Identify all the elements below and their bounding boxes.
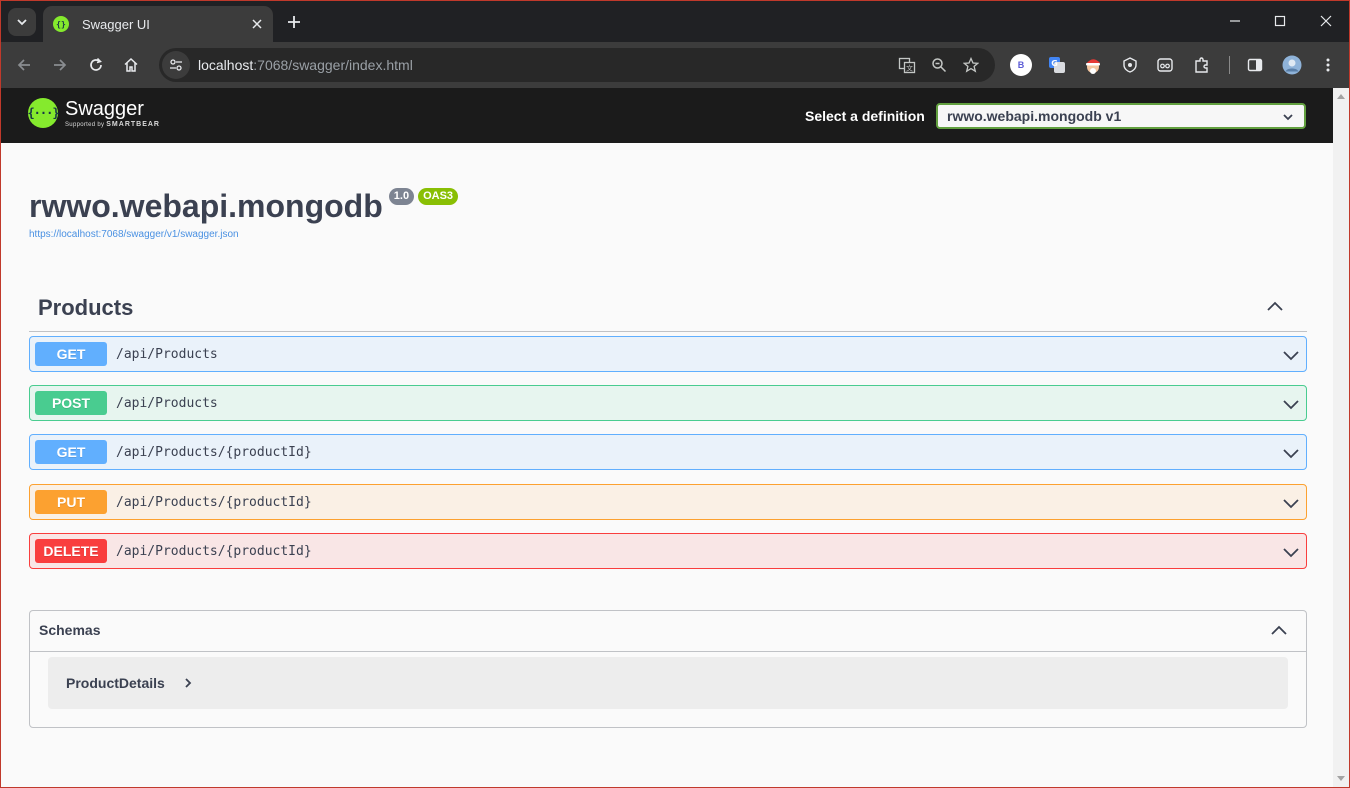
browser-window: {} Swagger UI localhost:7068/swagger/ind… <box>0 0 1350 788</box>
reload-icon <box>90 57 102 71</box>
api-title-row: rwwo.webapi.mongodb 1.0 OAS3 <box>29 188 459 225</box>
address-bar[interactable]: localhost:7068/swagger/index.html 文 <box>159 48 995 82</box>
translate-icon[interactable]: 文 <box>895 53 919 77</box>
santa-extension-icon[interactable] <box>1081 53 1105 77</box>
shield-extension-icon[interactable] <box>1118 53 1142 77</box>
api-info: rwwo.webapi.mongodb 1.0 OAS3 https://loc… <box>29 188 459 240</box>
operation-path: /api/Products <box>116 395 218 411</box>
site-info-icon[interactable] <box>162 51 190 79</box>
url-host: localhost <box>198 57 254 73</box>
profile-b-icon[interactable]: B <box>1009 53 1033 77</box>
definition-select-value: rwwo.webapi.mongodb v1 <box>947 108 1122 124</box>
maximize-button[interactable] <box>1268 9 1292 33</box>
swagger-topbar: {···} Swagger Supported by SMARTBEAR Sel… <box>1 88 1333 143</box>
tab-title: Swagger UI <box>82 16 150 32</box>
svg-text:{}: {} <box>56 20 66 29</box>
swagger-logo-text: Swagger Supported by SMARTBEAR <box>65 98 160 128</box>
profile-b-badge: B <box>1010 54 1032 76</box>
arrow-left-icon <box>17 59 30 71</box>
logo-sub-prefix: Supported by <box>65 122 105 128</box>
version-badge: 1.0 <box>388 188 415 205</box>
chevron-down-icon[interactable] <box>1282 494 1300 512</box>
toolbar-separator <box>1229 56 1230 74</box>
active-tab[interactable]: {} Swagger UI <box>43 6 273 42</box>
minimize-button[interactable] <box>1223 9 1247 33</box>
definition-label: Select a definition <box>805 108 925 124</box>
side-panel-icon[interactable] <box>1243 53 1267 77</box>
schemas-section: Schemas ProductDetails <box>29 610 1307 728</box>
chevron-right-icon <box>185 678 192 688</box>
chevron-down-icon <box>1283 114 1293 121</box>
method-badge: POST <box>35 391 107 415</box>
method-badge: GET <box>35 342 107 366</box>
plus-icon <box>288 16 300 28</box>
maximize-icon <box>1274 15 1286 27</box>
operation-path: /api/Products/{productId} <box>116 543 312 559</box>
back-button[interactable] <box>12 53 36 77</box>
swagger-logo-sub: Supported by SMARTBEAR <box>65 121 160 128</box>
model-product-details[interactable]: ProductDetails <box>48 657 1288 709</box>
api-title: rwwo.webapi.mongodb <box>29 188 383 224</box>
scroll-down-arrow-icon[interactable] <box>1337 776 1345 781</box>
section-title: Products <box>38 295 134 320</box>
method-badge: DELETE <box>35 539 107 563</box>
method-badge: GET <box>35 440 107 464</box>
products-section-header[interactable]: Products <box>29 287 1307 332</box>
chevron-up-icon[interactable] <box>1265 297 1285 317</box>
operation-get-products[interactable]: GET /api/Products <box>29 336 1307 372</box>
operation-put-product[interactable]: PUT /api/Products/{productId} <box>29 484 1307 520</box>
svg-text:G: G <box>1051 59 1058 68</box>
page-viewport: {···} Swagger Supported by SMARTBEAR Sel… <box>1 88 1349 787</box>
schemas-header[interactable]: Schemas <box>30 611 1306 652</box>
operation-post-products[interactable]: POST /api/Products <box>29 385 1307 421</box>
operation-get-product-by-id[interactable]: GET /api/Products/{productId} <box>29 434 1307 470</box>
swagger-logo-name: Swagger <box>65 98 144 120</box>
url-text: localhost:7068/swagger/index.html <box>198 57 413 73</box>
page-scrollbar[interactable] <box>1333 88 1349 787</box>
definition-select[interactable]: rwwo.webapi.mongodb v1 <box>936 103 1306 129</box>
operation-path: /api/Products <box>116 346 218 362</box>
extensions-puzzle-icon[interactable] <box>1190 53 1214 77</box>
swagger-logo-icon: {···} <box>27 98 60 128</box>
browser-menu-icon[interactable] <box>1316 53 1340 77</box>
operation-delete-product[interactable]: DELETE /api/Products/{productId} <box>29 533 1307 569</box>
close-icon <box>1320 15 1332 27</box>
chevron-down-icon[interactable] <box>1282 395 1300 413</box>
google-translate-extension-icon[interactable]: G <box>1045 53 1069 77</box>
browser-toolbar: localhost:7068/swagger/index.html 文 B G <box>1 42 1349 88</box>
chevron-down-icon[interactable] <box>1282 346 1300 364</box>
forward-button[interactable] <box>48 53 72 77</box>
method-badge: PUT <box>35 490 107 514</box>
oas-badge: OAS3 <box>418 188 459 205</box>
reload-button[interactable] <box>84 53 108 77</box>
chevron-down-icon[interactable] <box>1282 543 1300 561</box>
home-button[interactable] <box>119 53 143 77</box>
url-path: :7068/swagger/index.html <box>253 57 413 73</box>
profile-avatar[interactable] <box>1280 53 1304 77</box>
chevron-down-icon <box>17 19 27 26</box>
arrow-right-icon <box>54 59 67 71</box>
scroll-up-arrow-icon[interactable] <box>1337 94 1345 99</box>
glasses-extension-icon[interactable] <box>1153 53 1177 77</box>
new-tab-button[interactable] <box>283 11 305 33</box>
svg-text:文: 文 <box>906 64 913 73</box>
tab-close-icon[interactable] <box>249 16 265 32</box>
schemas-title: Schemas <box>39 622 101 638</box>
close-window-button[interactable] <box>1314 9 1338 33</box>
chevron-down-icon[interactable] <box>1282 444 1300 462</box>
spec-json-link[interactable]: https://localhost:7068/swagger/v1/swagge… <box>29 229 458 240</box>
minimize-icon <box>1230 20 1240 22</box>
operation-path: /api/Products/{productId} <box>116 494 312 510</box>
chevron-up-icon[interactable] <box>1269 621 1289 641</box>
bookmark-star-icon[interactable] <box>959 53 983 77</box>
swagger-favicon-icon: {} <box>53 16 69 32</box>
swagger-logo[interactable]: {···} Swagger Supported by SMARTBEAR <box>27 98 160 128</box>
zoom-icon[interactable] <box>927 53 951 77</box>
tab-strip: {} Swagger UI <box>1 1 1349 42</box>
operation-path: /api/Products/{productId} <box>116 444 312 460</box>
tab-search-button[interactable] <box>8 8 36 36</box>
model-name: ProductDetails <box>66 675 165 691</box>
home-icon <box>124 57 138 72</box>
logo-sub-brand: SMARTBEAR <box>106 121 160 128</box>
